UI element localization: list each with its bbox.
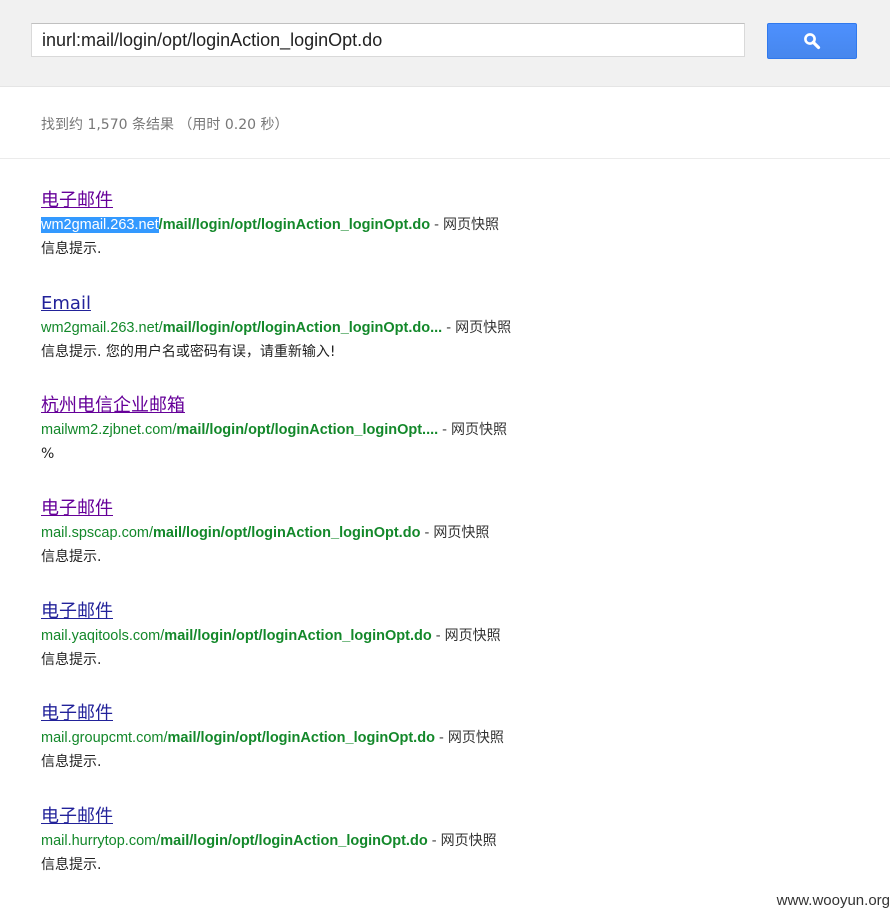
divider [0, 158, 890, 159]
result-url-host: mail.groupcmt.com/ [41, 730, 168, 747]
result-title-link[interactable]: 杭州电信企业邮箱 [41, 394, 185, 418]
result-url-host: mail.yaqitools.com/ [41, 627, 165, 644]
result-item: 电子邮件 mail.hurrytop.com/mail/login/opt/lo… [41, 805, 861, 908]
result-url-separator: - [434, 730, 448, 747]
result-url-host: mail.spscap.com/ [41, 525, 154, 542]
result-url: wm2gmail.263.net/mail/login/opt/loginAct… [41, 213, 861, 237]
result-url-path: /mail/login/opt/loginAction_loginOpt.do [158, 217, 431, 233]
result-item: 电子邮件 wm2gmail.263.net/mail/login/opt/log… [41, 189, 861, 292]
cached-page-link[interactable]: 网页快照 [445, 628, 501, 644]
result-item: Email wm2gmail.263.net/mail/login/opt/lo… [41, 292, 861, 395]
result-item: 杭州电信企业邮箱 mailwm2.zjbnet.com/mail/login/o… [41, 394, 861, 497]
results-list: 电子邮件 wm2gmail.263.net/mail/login/opt/log… [41, 189, 861, 908]
search-header: inurl:mail/login/opt/loginAction_loginOp… [0, 0, 890, 87]
result-url-host: mail.hurrytop.com/ [41, 833, 161, 850]
result-snippet: 信息提示. [41, 549, 102, 566]
result-url-path: mail/login/opt/loginAction_loginOpt.... [176, 422, 439, 439]
cached-page-link[interactable]: 网页快照 [433, 525, 489, 541]
result-title-link[interactable]: 电子邮件 [41, 189, 113, 213]
result-url-host: wm2gmail.263.net [41, 217, 159, 233]
result-url: mail.groupcmt.com/mail/login/opt/loginAc… [41, 726, 861, 750]
search-button[interactable] [767, 23, 857, 59]
result-url: mail.yaqitools.com/mail/login/opt/loginA… [41, 624, 861, 648]
result-url-separator: - [430, 217, 443, 233]
result-url: mailwm2.zjbnet.com/mail/login/opt/loginA… [41, 418, 861, 442]
result-url-separator: - [431, 627, 445, 644]
result-snippet: 信息提示. [41, 754, 102, 771]
result-snippet: 信息提示. [41, 241, 102, 257]
result-url-separator: - [427, 833, 441, 850]
result-title-link[interactable]: 电子邮件 [41, 600, 113, 624]
result-url-host: mailwm2.zjbnet.com/ [41, 422, 177, 439]
result-snippet: 信息提示. 您的用户名或密码有误，请重新输入! [41, 343, 336, 360]
result-snippet: 信息提示. [41, 857, 102, 874]
result-url-path: mail/login/opt/loginAction_loginOpt.do [167, 730, 435, 747]
result-url: mail.hurrytop.com/mail/login/opt/loginAc… [41, 829, 861, 853]
result-url-path: mail/login/opt/loginAction_loginOpt.do [153, 525, 421, 542]
result-stats: 找到约 1,570 条结果 （用时 0.20 秒） [41, 117, 289, 133]
result-item: 电子邮件 mail.yaqitools.com/mail/login/opt/l… [41, 600, 861, 703]
result-item: 电子邮件 mail.groupcmt.com/mail/login/opt/lo… [41, 702, 861, 805]
result-url-path: mail/login/opt/loginAction_loginOpt.do [164, 627, 432, 644]
result-title-link[interactable]: Email [41, 292, 91, 316]
result-snippet: % [41, 446, 55, 463]
cached-page-link[interactable]: 网页快照 [443, 217, 499, 233]
result-url-separator: - [420, 525, 434, 542]
search-icon [804, 33, 821, 50]
result-url-host: wm2gmail.263.net/ [41, 319, 163, 336]
cached-page-link[interactable]: 网页快照 [448, 730, 504, 746]
result-title-link[interactable]: 电子邮件 [41, 702, 113, 726]
result-title-link[interactable]: 电子邮件 [41, 497, 113, 521]
watermark: www.wooyun.org [776, 892, 890, 909]
search-input[interactable]: inurl:mail/login/opt/loginAction_loginOp… [31, 23, 745, 57]
result-item: 电子邮件 mail.spscap.com/mail/login/opt/logi… [41, 497, 861, 600]
cached-page-link[interactable]: 网页快照 [451, 422, 507, 438]
result-url-separator: - [442, 319, 456, 336]
result-url: mail.spscap.com/mail/login/opt/loginActi… [41, 521, 861, 545]
result-snippet: 信息提示. [41, 651, 102, 668]
result-url-separator: - [438, 422, 452, 439]
cached-page-link[interactable]: 网页快照 [455, 320, 511, 336]
result-url-path: mail/login/opt/loginAction_loginOpt.do [160, 833, 428, 850]
cached-page-link[interactable]: 网页快照 [441, 833, 497, 849]
result-url-path: mail/login/opt/loginAction_loginOpt.do..… [162, 319, 443, 336]
result-title-link[interactable]: 电子邮件 [41, 805, 113, 829]
result-url: wm2gmail.263.net/mail/login/opt/loginAct… [41, 316, 861, 340]
